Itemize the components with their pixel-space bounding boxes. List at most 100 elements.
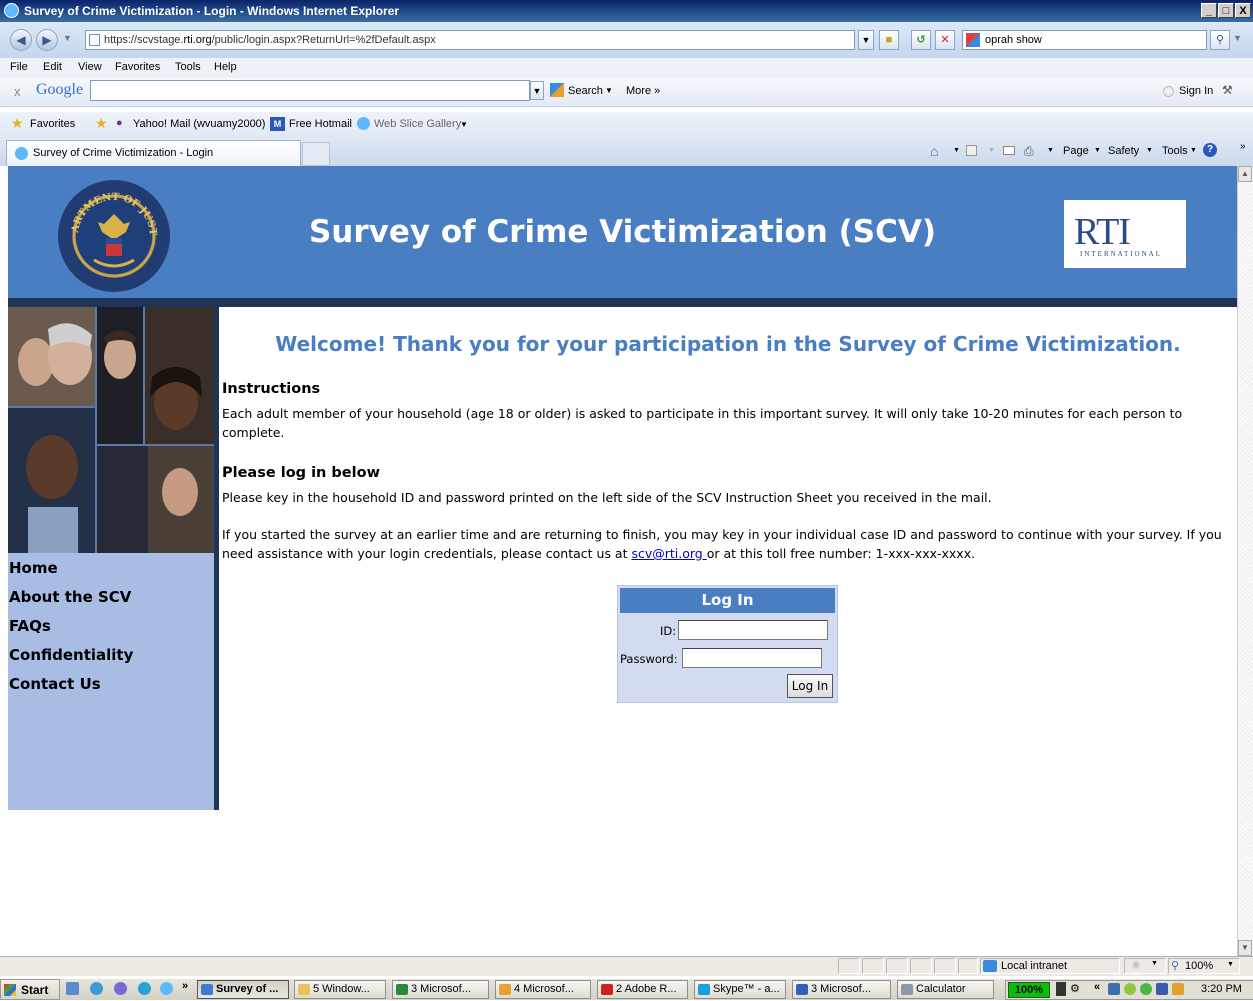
favorite-free-hotmail[interactable]: Free Hotmail — [289, 118, 352, 130]
menu-help[interactable]: Help — [214, 61, 237, 73]
password-input[interactable] — [682, 648, 822, 668]
power-plug-icon[interactable]: ⚙ — [1070, 982, 1080, 995]
yahoo-icon: ● — [116, 117, 123, 129]
page-menu[interactable]: Page — [1063, 145, 1089, 157]
id-input[interactable] — [678, 620, 828, 640]
safety-menu-dropdown-icon[interactable]: ▼ — [1146, 147, 1153, 154]
taskbar-button[interactable]: Survey of ... — [197, 980, 289, 999]
tools-menu[interactable]: Tools — [1162, 145, 1188, 157]
read-mail-icon[interactable] — [1003, 146, 1015, 155]
help-icon[interactable]: ? — [1203, 143, 1217, 157]
tray-status-icon[interactable] — [1124, 983, 1136, 995]
tray-network-icon[interactable] — [1108, 983, 1120, 995]
forward-button[interactable]: ▶ — [36, 29, 58, 51]
url-domain: rti.org — [183, 34, 212, 46]
taskbar-button[interactable]: 3 Microsof... — [792, 980, 891, 999]
home-icon[interactable]: ⌂ — [930, 143, 938, 159]
taskbar-button[interactable]: 5 Window... — [294, 980, 386, 999]
vertical-scrollbar[interactable]: ▲ ▼ — [1237, 166, 1253, 956]
google-search-button[interactable]: Search — [568, 85, 603, 97]
zoom-control[interactable]: ⚲ 100% ▼ — [1168, 958, 1240, 974]
menu-tools[interactable]: Tools — [175, 61, 201, 73]
feeds-dropdown-icon[interactable]: ▼ — [988, 147, 995, 154]
quicklaunch-ie-icon[interactable] — [160, 982, 173, 995]
web-slice-icon — [357, 117, 370, 130]
tray-shield-icon[interactable] — [1156, 983, 1168, 995]
address-bar[interactable]: https://scvstage.rti.org/public/login.as… — [85, 30, 855, 50]
scroll-down-icon[interactable]: ▼ — [1238, 940, 1252, 956]
address-dropdown-icon[interactable]: ▼ — [858, 30, 874, 50]
status-cell — [934, 958, 956, 974]
web-slice-dropdown-icon[interactable]: ▼ — [460, 120, 468, 129]
nav-contact-us[interactable]: Contact Us — [9, 675, 101, 693]
google-search-input[interactable] — [90, 80, 530, 101]
nav-faqs[interactable]: FAQs — [9, 617, 51, 635]
start-label: Start — [21, 983, 49, 997]
chevron-more-icon[interactable]: » — [1240, 141, 1246, 152]
toolbar-close-icon[interactable]: x — [14, 84, 21, 99]
quicklaunch-browser-icon[interactable] — [138, 982, 151, 995]
menu-view[interactable]: View — [78, 61, 102, 73]
start-button[interactable]: Start — [0, 979, 60, 1000]
google-signin-button[interactable]: Sign In — [1179, 85, 1213, 97]
search-value: oprah show — [985, 34, 1042, 46]
taskbar-button[interactable]: 4 Microsof... — [495, 980, 591, 999]
home-dropdown-icon[interactable]: ▼ — [953, 147, 960, 154]
google-more-button[interactable]: More » — [626, 85, 660, 97]
close-window-button[interactable]: X — [1235, 3, 1251, 18]
login-button[interactable]: Log In — [787, 674, 833, 698]
favorites-star-icon: ★ — [11, 115, 24, 131]
google-history-dropdown-icon[interactable]: ▼ — [530, 81, 544, 100]
quicklaunch-more-icon[interactable]: » — [182, 980, 188, 992]
taskbar-button[interactable]: 2 Adobe R... — [597, 980, 688, 999]
nav-about-the-scv[interactable]: About the SCV — [9, 588, 131, 606]
maximize-button[interactable]: □ — [1218, 3, 1234, 18]
wrench-icon[interactable]: ⚒ — [1222, 83, 1233, 97]
search-go-icon[interactable]: ⚲ — [1210, 30, 1230, 50]
menu-favorites[interactable]: Favorites — [115, 61, 160, 73]
tray-skype-icon[interactable] — [1140, 983, 1152, 995]
back-button[interactable]: ◀ — [10, 29, 32, 51]
menu-edit[interactable]: Edit — [43, 61, 62, 73]
page-menu-dropdown-icon[interactable]: ▼ — [1094, 147, 1101, 154]
taskbar-button[interactable]: Skype™ - a... — [694, 980, 786, 999]
favorite-yahoo-mail[interactable]: Yahoo! Mail (wvuamy2000) — [133, 118, 265, 130]
nav-confidentiality[interactable]: Confidentiality — [9, 646, 133, 664]
tools-menu-dropdown-icon[interactable]: ▼ — [1190, 147, 1197, 154]
quicklaunch-desktop-icon[interactable] — [66, 982, 79, 995]
cpu-meter: 100% — [1008, 982, 1050, 998]
stop-icon[interactable]: ✕ — [935, 30, 955, 50]
minimize-button[interactable]: _ — [1201, 3, 1217, 18]
taskbar-button[interactable]: Calculator — [897, 980, 994, 999]
tab-survey-login[interactable]: Survey of Crime Victimization - Login — [6, 140, 301, 166]
lock-icon[interactable]: ■ — [879, 30, 899, 50]
search-options-icon[interactable]: ▼ — [1233, 33, 1242, 43]
zoom-dropdown-icon: ▼ — [1227, 961, 1234, 968]
feeds-icon[interactable] — [966, 145, 977, 156]
print-dropdown-icon[interactable]: ▼ — [1047, 147, 1054, 154]
taskbar-app-icon — [601, 984, 613, 995]
protected-mode-icon: ⚛ — [1131, 960, 1141, 972]
menu-file[interactable]: File — [10, 61, 28, 73]
quicklaunch-media-icon[interactable] — [114, 982, 127, 995]
tray-expand-icon[interactable]: « — [1094, 981, 1100, 993]
history-dropdown-icon[interactable]: ▼ — [63, 33, 72, 43]
tray-users-icon[interactable] — [1172, 983, 1184, 995]
scroll-up-icon[interactable]: ▲ — [1238, 166, 1252, 182]
add-favorites-icon[interactable]: ★ — [95, 115, 108, 132]
contact-email-link[interactable]: scv@rti.org — [631, 546, 706, 561]
taskbar-button[interactable]: 3 Microsof... — [392, 980, 489, 999]
menu-bar: File Edit View Favorites Tools Help — [0, 58, 1253, 78]
taskbar-app-icon — [499, 984, 511, 995]
browser-search-input[interactable]: oprah show — [962, 30, 1207, 50]
favorite-web-slice-gallery[interactable]: Web Slice Gallery — [374, 118, 461, 130]
search-dropdown-icon[interactable]: ▼ — [605, 86, 613, 95]
protected-mode-cell[interactable]: ⚛ ▼ — [1124, 958, 1166, 974]
quicklaunch-messenger-icon[interactable] — [90, 982, 103, 995]
nav-home[interactable]: Home — [9, 559, 58, 577]
print-icon[interactable]: ⎙ — [1024, 144, 1034, 159]
refresh-icon[interactable]: ↺ — [911, 30, 931, 50]
new-tab-button[interactable] — [302, 142, 330, 166]
favorites-button[interactable]: Favorites — [30, 118, 75, 130]
safety-menu[interactable]: Safety — [1108, 145, 1139, 157]
